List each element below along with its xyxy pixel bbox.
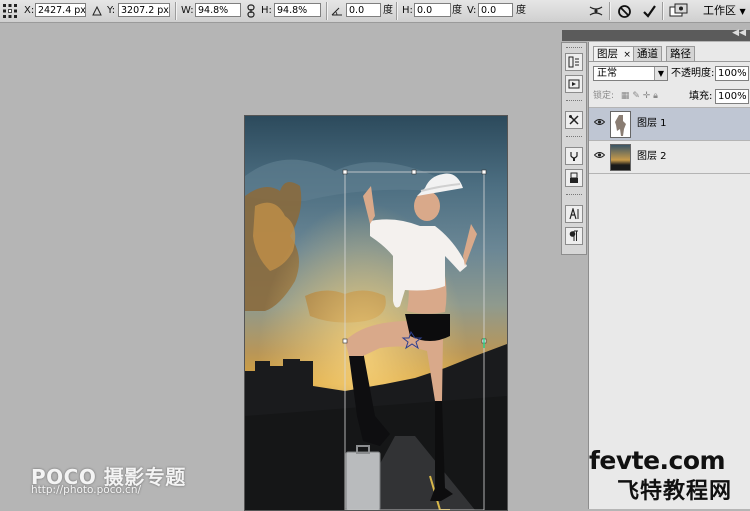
vertical-skew-label: V: [467,5,477,16]
fevte-logo: fevte.com [589,446,726,475]
actions-icon[interactable] [565,75,583,93]
layers-panel: 图层 × 通道 路径 正常 ▼ 不透明度: 100% 锁定: ▦ ✎ ✛ 🔒︎ … [588,42,750,509]
workspace-label: 工作区 [703,4,736,17]
vertical-skew-field[interactable]: 0.0 [478,3,513,17]
height-field[interactable]: 94.8% [274,3,321,17]
width-label: W: [181,5,194,16]
horizontal-skew-unit: 度 [452,5,462,16]
icon-dock [561,42,587,255]
lock-transparency-icon[interactable]: ▦ [621,91,630,101]
paragraph-icon[interactable] [565,227,583,245]
opacity-label: 不透明度: [671,68,715,79]
y-label: Y: [107,5,116,16]
layer-row[interactable]: 图层 2 [589,140,750,173]
lock-image-icon[interactable]: ✎ [632,91,640,101]
poco-url: http://photo.poco.cn/ [31,484,142,496]
tab-divider [589,61,750,62]
layer-thumbnail [610,144,631,171]
layer-name: 图层 2 [637,151,667,162]
divider [609,2,611,20]
y-position-field[interactable]: 3207.2 px [118,3,170,17]
history-icon[interactable] [565,53,583,71]
fill-label: 填充: [689,91,713,102]
tool-presets-icon[interactable] [565,111,583,129]
chevron-down-icon: ▼ [739,7,746,16]
angle-icon [330,2,344,20]
tab-channels-label: 通道 [637,48,658,60]
photo-artwork [245,116,507,510]
dock-grip[interactable] [566,47,582,50]
eye-icon[interactable] [593,151,605,163]
horizontal-skew-field[interactable]: 0.0 [414,3,451,17]
layer-thumbnail [610,111,631,138]
workspace-icon[interactable] [668,2,690,20]
x-position-field[interactable]: 2427.4 px [35,3,86,17]
horizontal-skew-label: H: [402,5,413,16]
clone-source-icon[interactable] [565,169,583,187]
panel-tabs: 图层 × 通道 路径 [589,46,750,62]
blend-mode-value: 正常 [597,68,617,79]
rotation-field[interactable]: 0.0 [346,3,381,17]
eye-icon[interactable] [593,118,605,130]
collapse-panels-icon[interactable]: ◀◀ [732,28,746,38]
blend-mode-select[interactable]: 正常 ▼ [593,66,668,81]
rotation-unit: 度 [383,5,393,16]
lock-label: 锁定: [593,91,615,101]
divider [662,2,664,20]
close-icon[interactable]: × [623,50,631,60]
fill-field[interactable]: 100% [715,89,749,104]
x-label: X: [24,5,35,16]
width-field[interactable]: 94.8% [195,3,241,17]
divider [326,2,328,20]
tab-paths-label: 路径 [670,48,691,60]
opacity-field[interactable]: 100% [715,66,749,81]
commit-icon[interactable] [640,2,658,20]
lock-position-icon[interactable]: ✛ [643,91,651,101]
link-icon[interactable] [244,2,258,20]
panel-dock-header: ◀◀ [562,28,750,41]
workspace-menu[interactable]: 工作区 ▼ [703,2,746,21]
tab-paths[interactable]: 路径 [666,46,695,61]
vertical-skew-unit: 度 [516,5,526,16]
tab-layers-label: 图层 [597,48,618,60]
divider [175,2,177,20]
fevte-chinese-logo: 飞特教程网 [617,479,733,504]
chevron-down-icon: ▼ [654,67,667,80]
options-bar: X: 2427.4 px Y: 3207.2 px W: 94.8% H: 94… [0,0,750,23]
dock-grip[interactable] [566,100,582,103]
layer-divider [589,173,750,174]
dock-grip[interactable] [566,194,582,197]
character-icon[interactable] [565,205,583,223]
dock-grip[interactable] [566,136,582,139]
layer-row[interactable]: 图层 1 [589,107,750,140]
delta-icon[interactable] [90,2,104,20]
layer-name: 图层 1 [637,118,667,129]
warp-icon[interactable] [587,2,605,20]
tab-layers[interactable]: 图层 × [593,46,635,62]
lock-all-icon[interactable]: 🔒︎ [653,91,658,101]
reference-point-icon[interactable] [1,2,19,20]
document-canvas[interactable] [244,115,508,511]
height-label: H: [261,5,272,16]
tab-channels[interactable]: 通道 [633,46,662,61]
divider [396,2,398,20]
brushes-icon[interactable] [565,147,583,165]
lock-row: 锁定: ▦ ✎ ✛ 🔒︎ [593,89,658,103]
cancel-icon[interactable] [615,2,633,20]
